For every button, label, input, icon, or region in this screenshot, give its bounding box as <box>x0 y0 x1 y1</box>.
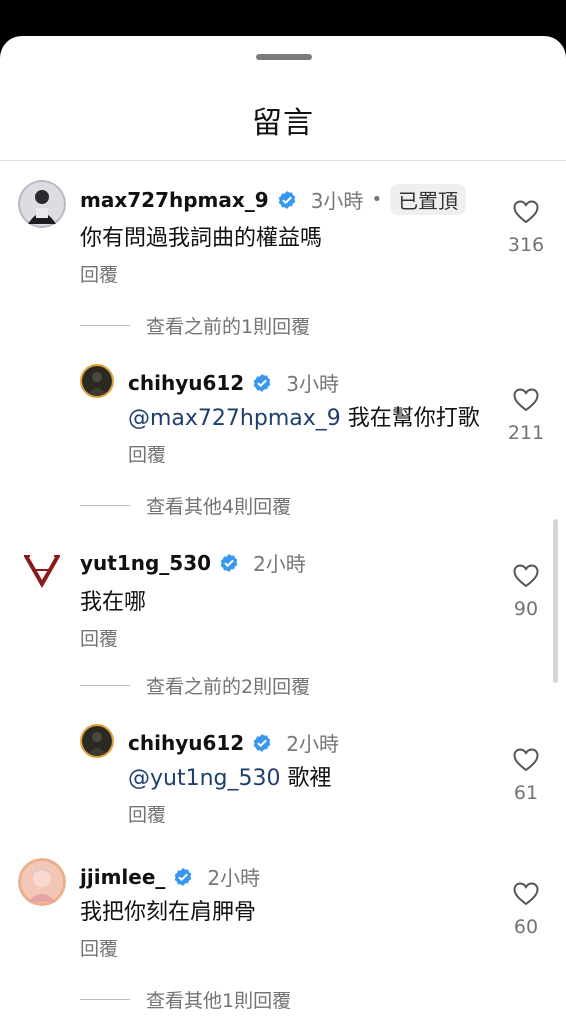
comment-time: 2小時 <box>253 552 306 576</box>
avatar[interactable] <box>18 858 66 906</box>
comment-username[interactable]: yut1ng_530 <box>80 551 211 575</box>
like-count: 316 <box>507 234 545 256</box>
comment-username[interactable]: jjimlee_ <box>80 865 165 889</box>
thread-line <box>80 685 130 686</box>
reply-button[interactable]: 回覆 <box>128 800 166 827</box>
avatar[interactable] <box>18 544 66 592</box>
thread-line <box>80 505 130 506</box>
view-replies-label: 查看之前的1則回覆 <box>146 316 311 338</box>
reply-button[interactable]: 回覆 <box>80 260 118 287</box>
mention-link[interactable]: @yut1ng_530 <box>128 766 281 791</box>
view-more-replies[interactable]: 查看其他1則回覆 <box>80 986 291 1013</box>
scrollbar[interactable] <box>553 519 558 683</box>
comments-sheet: 留言 max727hpmax_9 3小時 • 已置頂 你有問過我詞曲的權益嗎 回… <box>0 36 566 1024</box>
separator-dot: • <box>371 189 383 210</box>
avatar[interactable] <box>80 724 114 758</box>
heart-outline-icon[interactable] <box>496 564 556 588</box>
heart-outline-icon[interactable] <box>496 388 556 412</box>
like-count: 90 <box>513 598 539 620</box>
view-replies-label: 查看其他1則回覆 <box>146 990 292 1012</box>
like-group: 61 <box>496 748 556 804</box>
comment-time: 3小時 <box>310 189 364 213</box>
verified-badge-icon <box>219 553 239 573</box>
reply-username[interactable]: chihyu612 <box>128 371 244 395</box>
mention-link[interactable]: @max727hpmax_9 <box>128 406 341 431</box>
drag-handle[interactable] <box>256 54 312 60</box>
like-count: 61 <box>513 782 539 804</box>
reply-time: 2小時 <box>286 732 339 756</box>
view-replies-label: 查看之前的2則回覆 <box>146 676 311 698</box>
view-replies-label: 查看其他4則回覆 <box>146 496 292 518</box>
reply-time: 3小時 <box>286 372 339 396</box>
like-count: 60 <box>513 916 539 938</box>
view-previous-replies[interactable]: 查看之前的1則回覆 <box>80 312 310 339</box>
heart-outline-icon[interactable] <box>496 882 556 906</box>
avatar[interactable] <box>18 180 66 228</box>
pinned-badge: 已置頂 <box>390 184 467 215</box>
view-previous-replies[interactable]: 查看之前的2則回覆 <box>80 672 310 699</box>
header-divider <box>0 160 566 161</box>
comment-username[interactable]: max727hpmax_9 <box>80 188 269 212</box>
verified-badge-icon <box>252 733 272 753</box>
like-group: 60 <box>496 882 556 938</box>
comment-text: 你有問過我詞曲的權益嗎 <box>80 226 323 251</box>
verified-badge-icon <box>252 373 272 393</box>
like-group: 316 <box>496 200 556 256</box>
heart-outline-icon[interactable] <box>496 200 556 224</box>
verified-badge-icon <box>173 867 193 887</box>
view-more-replies[interactable]: 查看其他4則回覆 <box>80 492 291 519</box>
comment-time: 2小時 <box>207 866 261 890</box>
comment-text: 我在哪 <box>80 590 147 615</box>
like-group: 90 <box>496 564 556 620</box>
sheet-title: 留言 <box>252 106 314 141</box>
reply-button[interactable]: 回覆 <box>80 934 118 961</box>
reply-text: @yut1ng_530 歌裡 <box>128 760 332 792</box>
like-group: 211 <box>496 388 556 444</box>
thread-line <box>80 325 130 326</box>
reply-username[interactable]: chihyu612 <box>128 731 244 755</box>
like-count: 211 <box>507 422 545 444</box>
reply-text: @max727hpmax_9 我在幫你打歌 <box>128 400 480 432</box>
verified-badge-icon <box>277 190 297 210</box>
reply-body: 歌裡 <box>280 766 332 791</box>
comment-text: 我把你刻在肩胛骨 <box>80 900 257 925</box>
heart-outline-icon[interactable] <box>496 748 556 772</box>
thread-line <box>80 999 130 1000</box>
reply-button[interactable]: 回覆 <box>80 624 118 651</box>
avatar[interactable] <box>80 364 114 398</box>
reply-body: 我在幫你打歌 <box>340 406 480 431</box>
reply-button[interactable]: 回覆 <box>128 440 166 467</box>
